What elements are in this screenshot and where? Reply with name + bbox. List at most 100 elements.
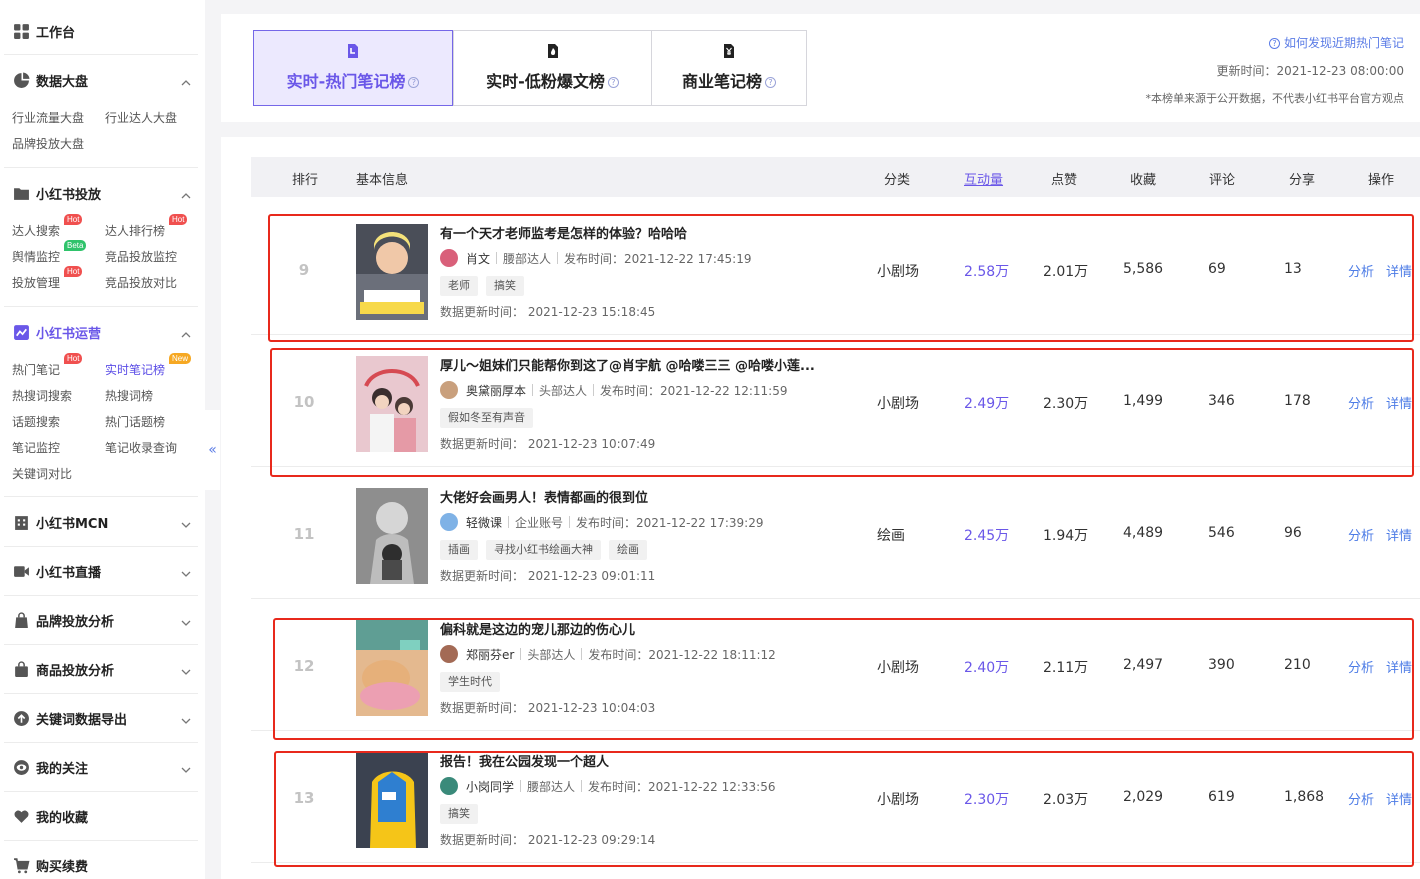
analyze-link[interactable]: 分析: [1348, 393, 1374, 412]
help-icon[interactable]: ?: [765, 77, 776, 88]
note-tag[interactable]: 搞笑: [440, 804, 478, 824]
note-title[interactable]: 报告！我在公园发现一个超人: [440, 751, 609, 770]
detail-link[interactable]: 详情: [1386, 657, 1412, 676]
sidebar-item-realtime-rank[interactable]: 实时笔记榜 New: [105, 353, 192, 378]
col-comments[interactable]: 评论: [1209, 169, 1235, 188]
table-row: 9 有一个天才老师监考是怎样的体验？哈哈哈 肖文 腰部达人 发布时间：2021-…: [251, 203, 1420, 335]
avatar[interactable]: [440, 777, 458, 795]
note-tag[interactable]: 学生时代: [440, 672, 500, 692]
note-tags: 搞笑: [440, 804, 486, 824]
avatar[interactable]: [440, 249, 458, 267]
sidebar-section-brand[interactable]: 品牌投放分析: [0, 605, 205, 635]
sidebar-item-hotword-search[interactable]: 热搜词搜索: [12, 387, 72, 404]
sidebar-item-hot-notes[interactable]: 热门笔记 Hot: [12, 353, 83, 378]
detail-link[interactable]: 详情: [1386, 789, 1412, 808]
col-collects[interactable]: 收藏: [1130, 169, 1156, 188]
avatar[interactable]: [440, 513, 458, 531]
help-icon[interactable]: ?: [607, 77, 619, 88]
sidebar-item-kol-search[interactable]: 达人搜索 Hot: [12, 214, 83, 239]
sidebar-item-industry-kol[interactable]: 行业达人大盘: [105, 109, 177, 126]
note-tag[interactable]: 假如冬至有声音: [440, 408, 533, 428]
sidebar-label: 小红书MCN: [36, 516, 109, 532]
chevron-up-icon: [180, 74, 192, 86]
tab-low-fans[interactable]: 实时-低粉爆文榜?: [453, 30, 652, 106]
note-thumbnail[interactable]: [356, 488, 428, 584]
sidebar-section-follow[interactable]: 我的关注: [0, 752, 205, 782]
help-icon[interactable]: ?: [408, 77, 420, 88]
note-title[interactable]: 偏科就是这边的宠儿那边的伤心儿: [440, 619, 635, 638]
note-tag[interactable]: 插画: [440, 540, 478, 560]
author-type: 腰部达人: [503, 251, 552, 266]
col-likes[interactable]: 点赞: [1051, 169, 1077, 188]
sidebar-item-ads-manage[interactable]: 投放管理 Hot: [12, 266, 83, 291]
rank-table: 排行 基本信息 分类 互动量 点赞 收藏 评论 分享 操作 9 有一个天才老师监…: [221, 137, 1420, 879]
note-thumbnail[interactable]: [356, 620, 428, 716]
detail-link[interactable]: 详情: [1386, 261, 1412, 280]
note-tag[interactable]: 搞笑: [486, 276, 524, 296]
sidebar-item-keyword-compare[interactable]: 关键词对比: [12, 465, 72, 482]
sidebar-item-topic-search[interactable]: 话题搜索: [12, 413, 60, 430]
note-thumbnail[interactable]: [356, 752, 428, 848]
analyze-link[interactable]: 分析: [1348, 657, 1374, 676]
sidebar-item-workbench[interactable]: 工作台: [0, 16, 205, 46]
disclaimer: *本榜单来源于公开数据，不代表小红书平台官方观点: [1145, 92, 1405, 105]
sidebar-item-competitor-monitor[interactable]: 竞品投放监控: [105, 248, 177, 265]
author-name[interactable]: 轻微课: [466, 514, 502, 531]
tab-label: 实时-热门笔记榜: [286, 72, 406, 91]
publish-time: 发布时间：2021-12-22 12:33:56: [588, 779, 776, 794]
sidebar-item-kol-rank[interactable]: 达人排行榜 Hot: [105, 214, 188, 239]
sidebar-section-export[interactable]: 关键词数据导出: [0, 703, 205, 733]
note-title[interactable]: 厚儿～姐妹们只能帮你到这了@肖宇航 @哈喽三三 @哈喽小莲...: [440, 355, 815, 374]
col-info: 基本信息: [356, 173, 409, 188]
note-tag[interactable]: 寻找小红书绘画大神: [486, 540, 601, 560]
sidebar-section-mcn[interactable]: 小红书MCN: [0, 507, 205, 537]
col-shares[interactable]: 分享: [1289, 169, 1315, 188]
author-name[interactable]: 肖文: [466, 250, 490, 267]
sidebar-item-topic-rank[interactable]: 热门话题榜: [105, 413, 165, 430]
note-title[interactable]: 有一个天才老师监考是怎样的体验？哈哈哈: [440, 223, 687, 242]
sidebar-section-data[interactable]: 数据大盘: [0, 65, 205, 95]
note-thumbnail[interactable]: [356, 224, 428, 320]
analyze-link[interactable]: 分析: [1348, 525, 1374, 544]
tab-commercial[interactable]: 商业笔记榜?: [651, 30, 807, 106]
note-thumbnail[interactable]: [356, 356, 428, 452]
sidebar-section-ads[interactable]: 小红书投放: [0, 178, 205, 208]
sidebar-section-live[interactable]: 小红书直播: [0, 556, 205, 586]
avatar[interactable]: [440, 645, 458, 663]
detail-link[interactable]: 详情: [1386, 525, 1412, 544]
note-tag[interactable]: 老师: [440, 276, 478, 296]
detail-link[interactable]: 详情: [1386, 393, 1412, 412]
collapse-sidebar-button[interactable]: «: [205, 410, 220, 490]
sidebar-item-industry-traffic[interactable]: 行业流量大盘: [12, 109, 84, 126]
sidebar-item-competitor-compare[interactable]: 竞品投放对比: [105, 274, 177, 291]
author-name[interactable]: 奥黛丽厚本: [466, 382, 526, 399]
cell-interaction: 2.58万: [964, 264, 1010, 280]
author-name[interactable]: 小岗同学: [466, 778, 514, 795]
col-interaction-sort[interactable]: 互动量: [964, 169, 1003, 188]
tab-realtime-hot[interactable]: 实时-热门笔记榜?: [253, 30, 453, 106]
sidebar-section-buy[interactable]: 购买续费: [0, 850, 205, 879]
note-title[interactable]: 大佬好会画男人！表情都画的很到位: [440, 487, 648, 506]
avatar[interactable]: [440, 381, 458, 399]
sidebar-item-hotword-rank[interactable]: 热搜词榜: [105, 387, 153, 404]
cell-collects: 5,586: [1123, 261, 1164, 277]
cell-category: 小剧场: [877, 660, 919, 676]
cart-icon: [12, 856, 30, 874]
sidebar-section-goods[interactable]: 商品投放分析: [0, 654, 205, 684]
cell-collects: 4,489: [1123, 525, 1164, 541]
note-tag[interactable]: 绘画: [609, 540, 647, 560]
sidebar-item-note-index[interactable]: 笔记收录查询: [105, 439, 177, 456]
help-link[interactable]: ? 如何发现近期热门笔记: [1268, 34, 1404, 51]
author-name[interactable]: 郑丽芬er: [466, 646, 514, 663]
sidebar-item-brand-ads[interactable]: 品牌投放大盘: [12, 135, 84, 152]
sidebar-section-fav[interactable]: 我的收藏: [0, 801, 205, 831]
analyze-link[interactable]: 分析: [1348, 261, 1374, 280]
sidebar-item-note-monitor[interactable]: 笔记监控: [12, 439, 60, 456]
cell-interaction: 2.30万: [964, 792, 1010, 808]
sidebar-section-ops[interactable]: 小红书运营: [0, 317, 205, 347]
cell-likes: 2.11万: [1043, 660, 1089, 676]
sidebar-label: 品牌投放分析: [36, 614, 115, 630]
sidebar-item-sentiment[interactable]: 舆情监控 Beta: [12, 240, 87, 265]
table-row: 12 偏科就是这边的宠儿那边的伤心儿 郑丽芬er 头部达人 发布时间：2021-…: [251, 599, 1420, 731]
analyze-link[interactable]: 分析: [1348, 789, 1374, 808]
